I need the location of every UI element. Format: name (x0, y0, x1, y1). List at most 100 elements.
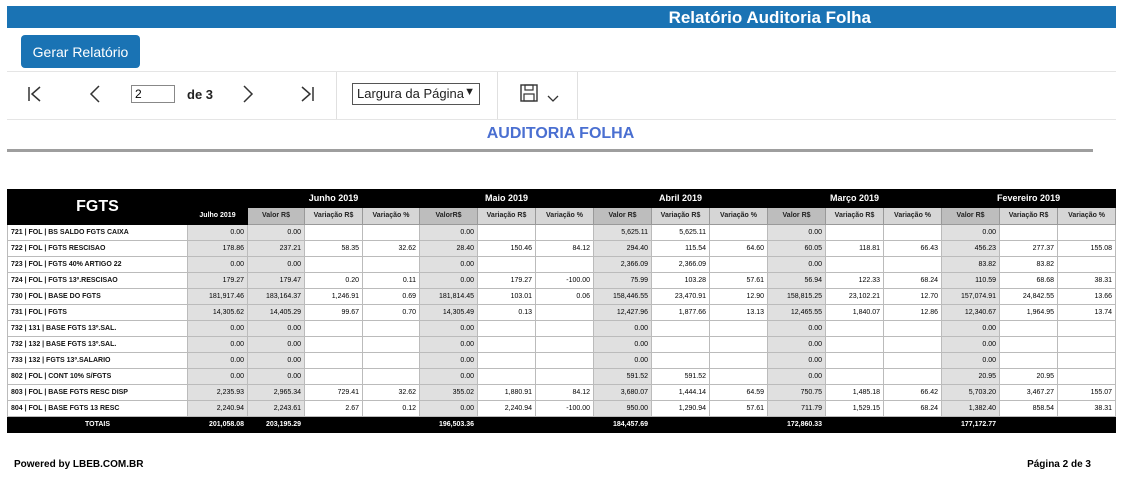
table-cell: 355.02 (419, 384, 478, 401)
column-subheader: Variação % (883, 206, 943, 225)
table-cell (999, 320, 1059, 337)
table-cell: 0.06 (534, 288, 595, 305)
table-cell (709, 256, 769, 273)
zoom-value: Largura da Página (357, 86, 464, 101)
page-info-label: Página 2 de 3 (1027, 459, 1091, 470)
generate-report-button[interactable]: Gerar Relatório (21, 35, 140, 68)
table-cell: 1,382.40 (941, 400, 1001, 417)
title-bar: Relatório Auditoria Folha (7, 6, 1116, 28)
table-cell: 456.23 (941, 240, 1001, 257)
table-cell: 56.94 (767, 272, 827, 289)
save-icon[interactable] (519, 83, 539, 106)
table-cell: 24,842.55 (999, 288, 1059, 305)
row-label: 803 | FOL | BASE FGTS RESC DISP (7, 384, 188, 401)
table-cell: 183,164.37 (247, 288, 305, 305)
table-cell: 0.00 (419, 352, 478, 369)
zoom-select[interactable]: Largura da Página ▼ (352, 83, 480, 105)
toolbar-separator (336, 72, 337, 119)
chevron-down-icon[interactable] (547, 89, 559, 107)
table-cell: 3,467.27 (999, 384, 1059, 401)
table-cell: 172,860.33 (767, 416, 827, 433)
table-cell: 858.54 (999, 400, 1059, 417)
previous-page-icon[interactable] (89, 84, 101, 107)
column-subheader: Variação R$ (304, 206, 363, 225)
last-page-icon[interactable] (299, 85, 315, 106)
fgts-report-table: FGTS Junho 2019 Maio 2019 Abril 2019 Março 2… (7, 189, 1117, 433)
table-row: 732 | 131 | BASE FGTS 13º.SAL. 0.00 0.00 0.… (7, 320, 1117, 337)
table-cell: 155.07 (1057, 384, 1117, 401)
table-cell: 0.00 (767, 336, 827, 353)
table-cell (1057, 320, 1117, 337)
table-cell: 28.40 (419, 240, 478, 257)
row-label: 724 | FOL | FGTS 13º.RESCISAO (7, 272, 188, 289)
table-cell: 0.00 (767, 256, 827, 273)
table-cell (883, 368, 943, 385)
table-cell (709, 336, 769, 353)
table-cell: 68.24 (883, 272, 943, 289)
table-cell: 66.43 (883, 240, 943, 257)
table-cell: 0.00 (941, 336, 1001, 353)
page-count-label: de 3 (187, 87, 214, 102)
table-cell: 179.27 (187, 272, 248, 289)
table-cell: 83.82 (941, 256, 1001, 273)
table-cell: 2,366.09 (593, 256, 653, 273)
table-cell (304, 320, 363, 337)
table-cell (304, 368, 363, 385)
table-cell: 591.52 (593, 368, 653, 385)
table-cell (999, 224, 1059, 241)
table-cell: 1,877.66 (651, 304, 711, 321)
table-cell: 2.67 (304, 400, 363, 417)
table-cell: 0.00 (767, 320, 827, 337)
table-cell (477, 416, 536, 433)
table-cell: 2,366.09 (651, 256, 711, 273)
table-row: 802 | FOL | CONT 10% S/FGTS 0.00 0.00 0.00 5… (7, 368, 1117, 385)
table-cell (883, 256, 943, 273)
powered-by-label: Powered by LBEB.COM.BR (14, 459, 144, 470)
table-cell: 58.35 (304, 240, 363, 257)
table-row: 732 | 132 | BASE FGTS 13º.SAL. 0.00 0.00 0.… (7, 336, 1117, 353)
page-number-input[interactable] (131, 85, 175, 103)
table-cell: 57.61 (709, 400, 769, 417)
table-cell: 5,625.11 (651, 224, 711, 241)
table-cell: 12,427.96 (593, 304, 653, 321)
column-subheader: Variação R$ (651, 206, 711, 225)
column-subheader: Variação % (709, 206, 769, 225)
table-cell: 237.21 (247, 240, 305, 257)
table-cell: 0.00 (247, 320, 305, 337)
app-title: Relatório Auditoria Folha (668, 8, 871, 27)
table-cell (1057, 368, 1117, 385)
table-cell (883, 352, 943, 369)
table-cell: 66.42 (883, 384, 943, 401)
table-cell: 1,880.91 (477, 384, 536, 401)
section-title: FGTS (7, 189, 188, 225)
table-cell (362, 224, 420, 241)
table-cell: 0.00 (187, 368, 248, 385)
table-cell: 0.20 (304, 272, 363, 289)
table-cell: 122.33 (825, 272, 885, 289)
table-cell (534, 256, 595, 273)
toolbar-separator (497, 72, 498, 119)
table-cell (534, 320, 595, 337)
table-cell (651, 416, 711, 433)
table-cell: 23,470.91 (651, 288, 711, 305)
next-page-icon[interactable] (242, 84, 254, 107)
table-cell: 12,465.55 (767, 304, 827, 321)
table-cell (883, 224, 943, 241)
table-cell: 64.59 (709, 384, 769, 401)
table-cell: 115.54 (651, 240, 711, 257)
row-label: TOTAIS (7, 416, 188, 433)
table-cell: 1,529.15 (825, 400, 885, 417)
table-cell (534, 336, 595, 353)
table-cell: 2,965.34 (247, 384, 305, 401)
first-page-icon[interactable] (27, 85, 43, 106)
dropdown-arrow-icon: ▼ (464, 86, 475, 98)
table-cell (1057, 224, 1117, 241)
table-cell: 181,917.46 (187, 288, 248, 305)
table-row: 733 | 132 | FGTS 13º.SALARIO 0.00 0.00 0.00… (7, 352, 1117, 369)
table-cell: 84.12 (534, 240, 595, 257)
table-cell: 0.00 (247, 224, 305, 241)
table-cell (825, 416, 885, 433)
table-row: 730 | FOL | BASE DO FGTS 181,917.46 183,16… (7, 288, 1117, 305)
table-cell (477, 224, 536, 241)
table-cell (709, 368, 769, 385)
